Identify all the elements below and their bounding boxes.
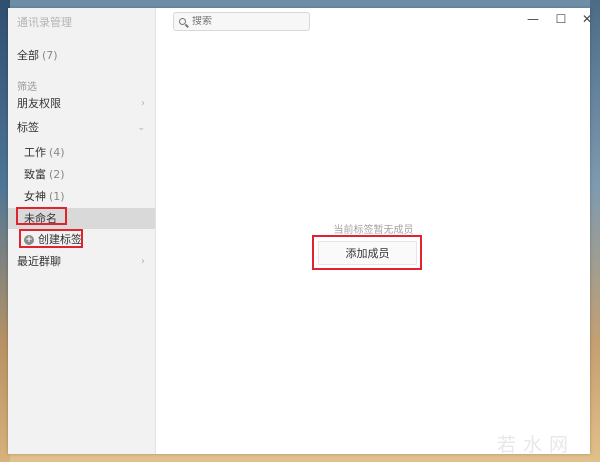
- tag-item-wealth[interactable]: 致富 (2): [8, 165, 155, 185]
- tag-count: (2): [49, 168, 65, 181]
- tag-item-text: 工作 (4): [24, 143, 65, 163]
- search-input[interactable]: [192, 16, 302, 27]
- desktop-background-right: [590, 0, 600, 462]
- sidebar: 通讯录管理 全部 (7) 筛选 朋友权限 › 标签 ⌄ 工作 (4) 致富 (2): [8, 8, 156, 454]
- tag-item-text: 女神 (1): [24, 187, 65, 207]
- tag-item-text: 致富 (2): [24, 165, 65, 185]
- chevron-right-icon: ›: [141, 256, 145, 267]
- sidebar-item-friend-permissions[interactable]: 朋友权限 ›: [8, 94, 155, 114]
- tag-label: 女神: [24, 190, 46, 203]
- sidebar-item-all[interactable]: 全部 (7): [8, 46, 155, 66]
- sidebar-item-label: 标签: [17, 121, 39, 134]
- sidebar-item-recent-groups[interactable]: 最近群聊 ›: [8, 252, 155, 272]
- highlight-box-add-member: 添加成员: [312, 235, 422, 270]
- add-member-button[interactable]: 添加成员: [318, 241, 417, 265]
- app-title: 通讯录管理: [17, 16, 72, 29]
- tag-item-goddess[interactable]: 女神 (1): [8, 187, 155, 207]
- sidebar-item-label: 朋友权限: [17, 97, 61, 110]
- minimize-button[interactable]: —: [522, 10, 544, 28]
- highlight-box-unnamed: [16, 207, 67, 225]
- tag-item-work[interactable]: 工作 (4): [8, 143, 155, 163]
- sidebar-item-label: 最近群聊: [17, 255, 61, 268]
- search-icon: [179, 18, 186, 25]
- main-panel: — ☐ ✕ 当前标签暂无成员 添加成员: [156, 8, 590, 454]
- contacts-manager-window: 通讯录管理 全部 (7) 筛选 朋友权限 › 标签 ⌄ 工作 (4) 致富 (2): [8, 8, 590, 454]
- watermark: 若水网: [497, 434, 576, 456]
- sidebar-item-all-label: 全部: [17, 49, 39, 62]
- tag-label: 致富: [24, 168, 46, 181]
- close-button[interactable]: ✕: [576, 10, 590, 28]
- tag-count: (1): [49, 190, 65, 203]
- maximize-button[interactable]: ☐: [550, 10, 572, 28]
- chevron-down-icon: ⌄: [137, 123, 145, 133]
- filter-section-label: 筛选: [17, 82, 37, 93]
- sidebar-item-all-count: (7): [42, 49, 58, 62]
- tag-count: (4): [49, 146, 65, 159]
- sidebar-item-all-text: 全部 (7): [17, 46, 58, 66]
- sidebar-item-tags[interactable]: 标签 ⌄: [8, 118, 155, 138]
- search-box[interactable]: [173, 12, 310, 31]
- tag-label: 工作: [24, 146, 46, 159]
- chevron-right-icon: ›: [141, 98, 145, 109]
- highlight-box-create-tag: [19, 229, 83, 248]
- empty-state-message: 当前标签暂无成员: [333, 225, 414, 236]
